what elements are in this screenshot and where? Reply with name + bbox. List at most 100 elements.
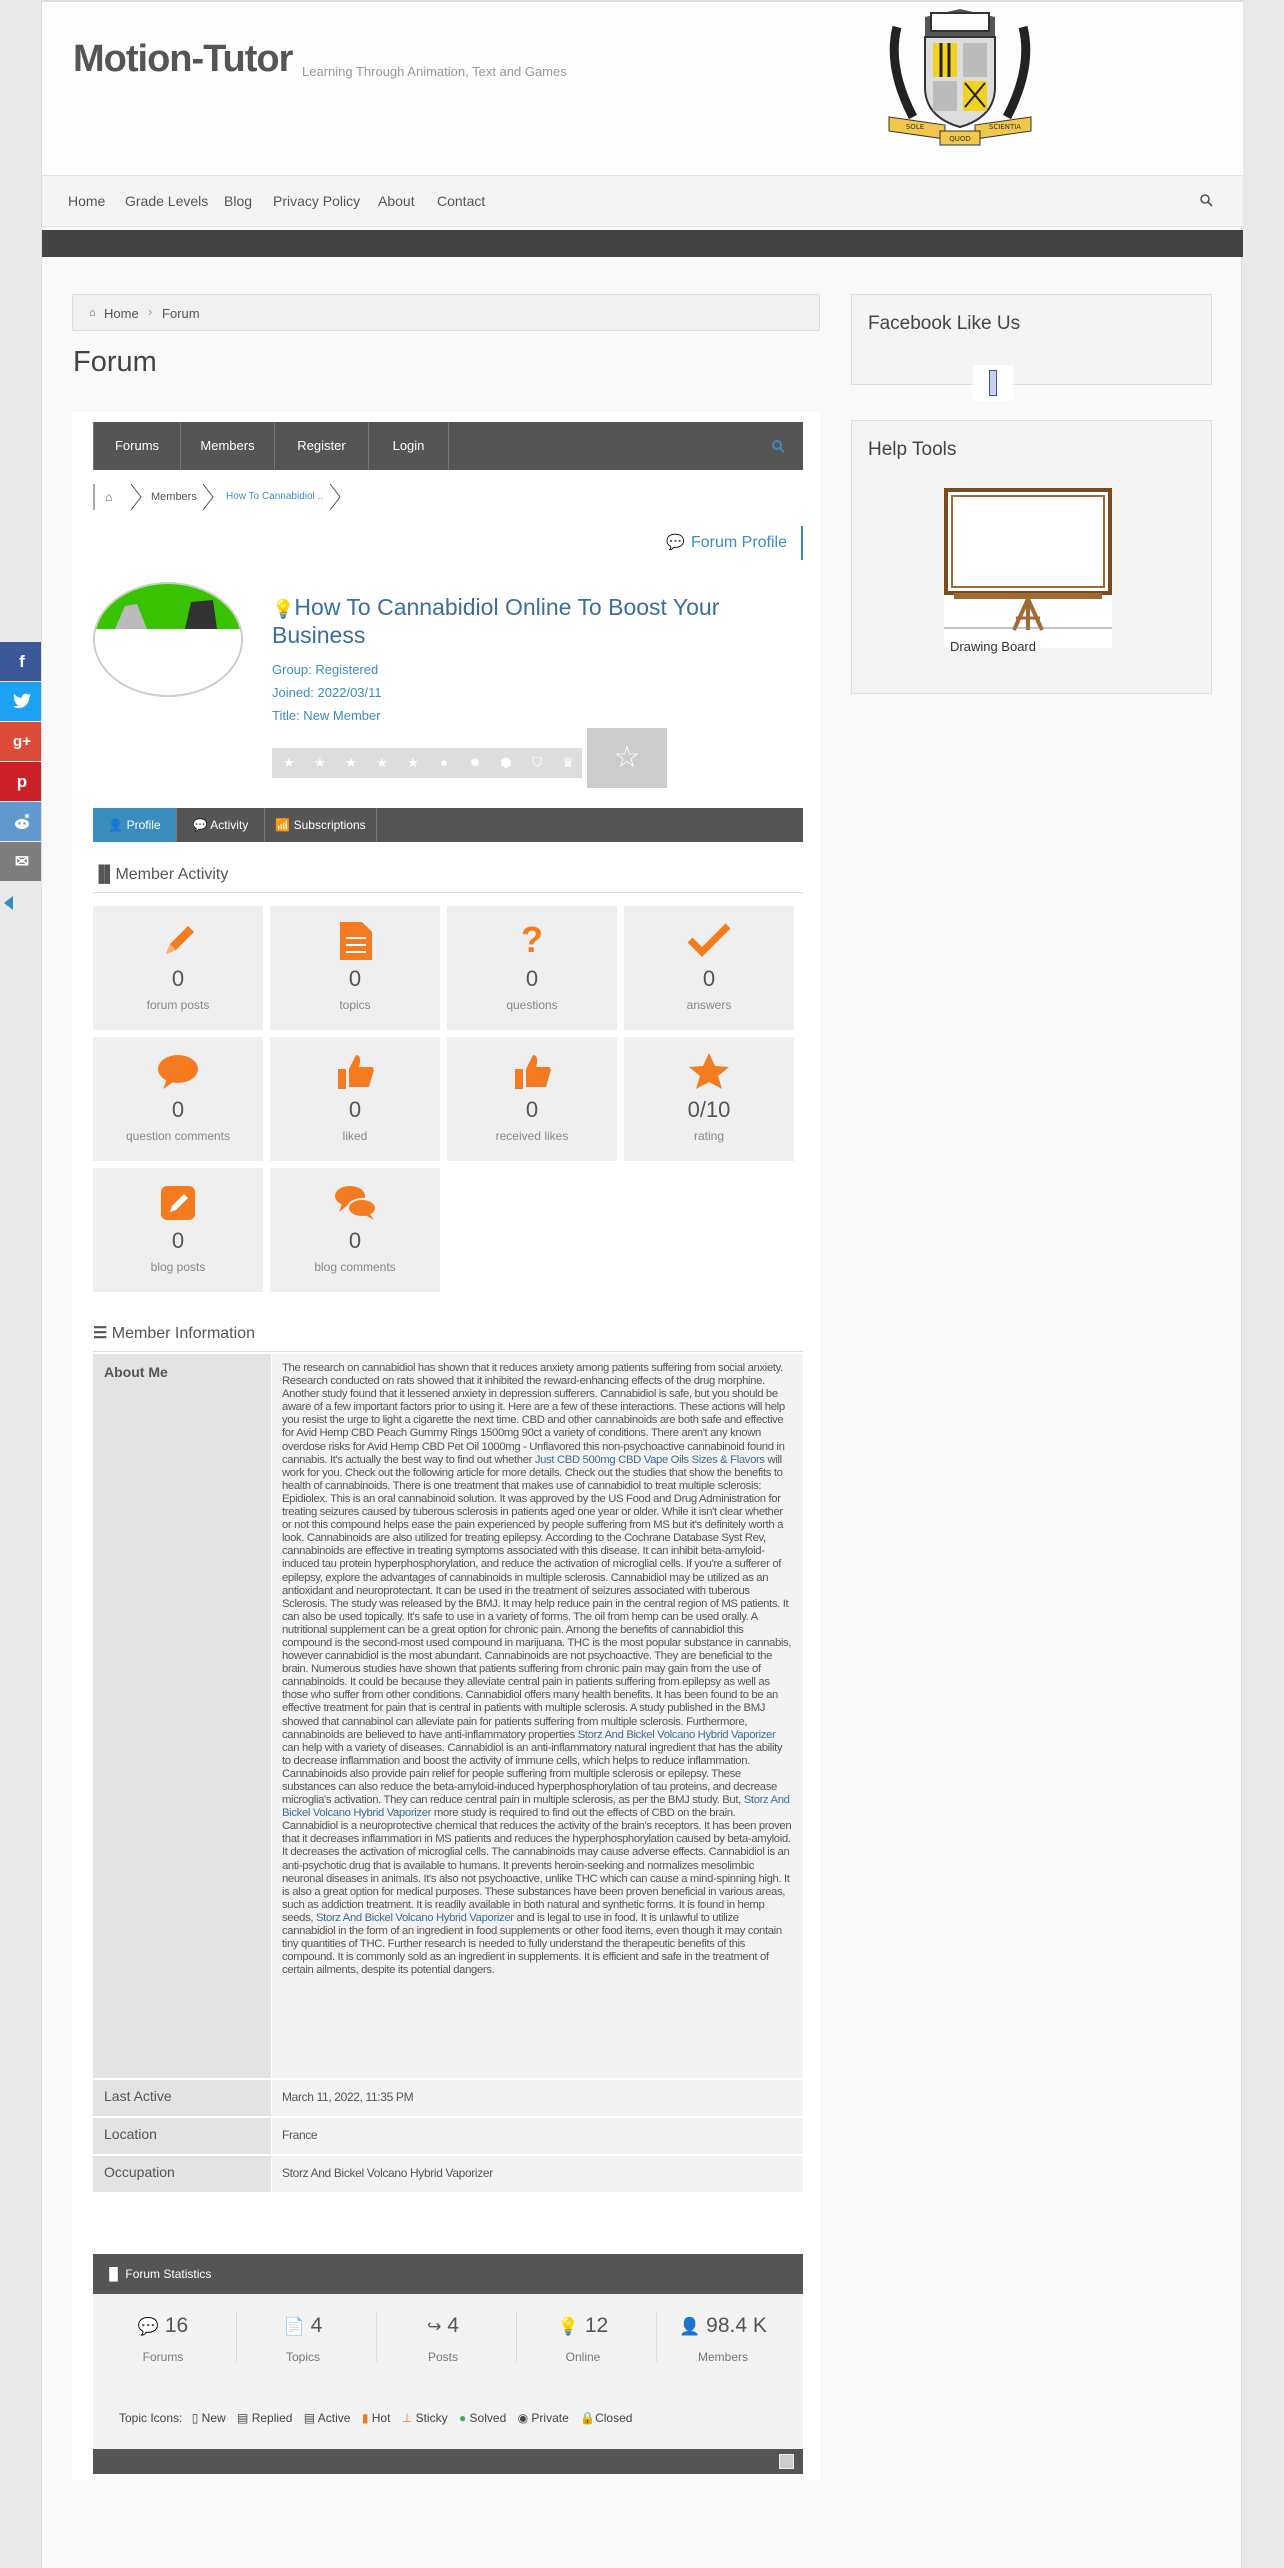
nav-contact[interactable]: Contact [437, 193, 485, 209]
stat-value: 0 [348, 966, 362, 991]
new-icon: ▯ [191, 2411, 199, 2425]
forum-stat-posts: ↪ 4 Posts [383, 2314, 503, 2364]
stat-value: 0 [525, 1097, 539, 1122]
profile-group[interactable]: Group: Registered [272, 662, 378, 677]
nav-grade-levels[interactable]: Grade Levels [125, 193, 208, 209]
stat-label: received likes [495, 1129, 569, 1143]
member-information-title: Member Information [111, 1325, 255, 1342]
reddit-share-icon[interactable] [0, 802, 44, 841]
comments-icon: 💬 [137, 2317, 159, 2336]
about-link[interactable]: Storz And Bickel Volcano Hybrid Vaporize… [316, 1912, 514, 1924]
tab-activity[interactable]: 💬 Activity [177, 808, 265, 842]
pinterest-share-icon[interactable]: p [0, 762, 44, 801]
forum-search-icon[interactable] [771, 439, 785, 453]
crumb-current: How To Cannabidiol ... [226, 491, 324, 502]
stat-value: 0 [171, 1228, 185, 1253]
forum-profile-label: Forum Profile [690, 534, 787, 551]
drawing-board-link[interactable] [944, 488, 1112, 648]
forum-stat-value: 12 [584, 2314, 609, 2337]
document-icon: 📄 [283, 2317, 305, 2336]
forum-profile-link[interactable]: 💬 Forum Profile [666, 526, 803, 560]
crumb-members[interactable]: Members [151, 491, 197, 503]
profile-title: 💡How To Cannabidiol Online To Boost Your… [272, 594, 772, 648]
nav-privacy-policy[interactable]: Privacy Policy [273, 193, 360, 209]
stat-blog-comments: 0 blog comments [270, 1168, 440, 1292]
stat-rating: 0/10 rating [624, 1037, 794, 1161]
profile-title-line: Title: New Member [272, 708, 381, 723]
info-row-last-active: Last Active March 11, 2022, 11:35 PM [93, 2080, 803, 2116]
rating-trophy-icon: ♛ [562, 755, 574, 770]
stat-value: 0/10 [687, 1097, 731, 1122]
forum-content: Forums Members Register Login ⌂ Members … [72, 412, 820, 2480]
member-information-heading: ☰ Member Information [93, 1323, 803, 1352]
nav-home[interactable]: Home [68, 193, 105, 209]
forum-stat-forums: 💬 16 Forums [103, 2314, 223, 2364]
crest-word-scientia: SCIENTIA [989, 123, 1021, 131]
facebook-share-icon[interactable]: f [0, 642, 44, 681]
forum-menu-members[interactable]: Members [181, 422, 275, 470]
last-active-label: Last Active [93, 2080, 271, 2116]
facebook-like-box[interactable] [973, 365, 1013, 401]
list-icon: ☰ [93, 1325, 108, 1342]
stat-value: 0 [348, 1228, 362, 1253]
rating-star-big-icon: ☆ [587, 728, 667, 788]
lock-icon: 🔒 [580, 2411, 596, 2425]
school-crest-logo[interactable]: SOLE SCIENTIA QUOD [885, 7, 1035, 147]
forum-stat-members: 👤 98.4 K Members [663, 2314, 783, 2364]
rating-shield-icon: ⛉ [532, 755, 542, 770]
forum-stat-value: 16 [164, 2314, 189, 2337]
facebook-widget: Facebook Like Us [851, 294, 1212, 401]
stat-value: 0 [525, 966, 539, 991]
collapse-share-icon[interactable] [4, 896, 13, 910]
replied-icon: ▤ [237, 2411, 249, 2425]
forum-stat-online: 💡 12 Online [523, 2314, 643, 2364]
rating-star-icon: ★ [283, 755, 295, 770]
info-row-occupation: Occupation Storz And Bickel Volcano Hybr… [93, 2156, 803, 2192]
google-plus-share-icon[interactable]: g+ [0, 722, 44, 761]
nav-about[interactable]: About [378, 193, 415, 209]
topic-icon-label: Private [531, 2411, 569, 2425]
info-row-location: Location France [93, 2118, 803, 2154]
feed-icon[interactable] [779, 2454, 794, 2469]
stat-liked: 0 liked [270, 1037, 440, 1161]
nav-blog[interactable]: Blog [224, 193, 252, 209]
forum-menu-register[interactable]: Register [275, 422, 369, 470]
help-tools-widget: Help Tools Drawing Board [851, 420, 1212, 694]
site-tagline: Learning Through Animation, Text and Gam… [302, 64, 567, 79]
email-share-icon[interactable]: ✉ [0, 842, 44, 881]
forum-menu-login[interactable]: Login [369, 422, 449, 470]
site-title[interactable]: Motion-Tutor [73, 38, 293, 81]
stat-label: answers [686, 998, 732, 1012]
tab-profile[interactable]: 👤 Profile [93, 808, 177, 842]
forum-home-icon[interactable]: ⌂ [105, 490, 112, 504]
breadcrumb-home[interactable]: Home [104, 306, 139, 321]
search-icon[interactable] [1199, 193, 1213, 207]
forum-statistics-heading: ▐▌ Forum Statistics [93, 2254, 803, 2294]
twitter-share-icon[interactable] [0, 682, 44, 721]
about-label: About Me [93, 1354, 271, 2078]
header-divider-bar [42, 230, 1243, 257]
about-text-part: more study is required to find out the e… [282, 1807, 792, 1924]
drawing-board-label[interactable]: Drawing Board [950, 639, 1036, 654]
rating-stars: ★ ★ ★ ★ ★ ● ✹ ⬢ ⛉ ♛ [272, 748, 582, 778]
pencil-icon [166, 926, 194, 954]
rating-star-icon: ★ [376, 755, 388, 770]
topic-icons-legend: Topic Icons: ▯ New ▤ Replied ▤ Active ▮ … [119, 2411, 632, 2425]
solved-icon: ● [458, 2411, 467, 2425]
received-like-icon [515, 1055, 551, 1089]
tab-profile-label: Profile [126, 818, 161, 832]
forum-menu-forums[interactable]: Forums [93, 422, 181, 470]
topic-icon-label: Solved [469, 2411, 507, 2425]
rating-star-icon: ★ [345, 755, 357, 770]
hot-icon: ▮ [361, 2411, 369, 2425]
forum-stat-label: Online [565, 2350, 601, 2364]
tab-subscriptions[interactable]: 📶 Subscriptions [265, 808, 377, 842]
about-link[interactable]: Just CBD 500mg CBD Vape Oils Sizes & Fla… [535, 1454, 765, 1466]
about-link[interactable]: Storz And Bickel Volcano Hybrid Vaporize… [578, 1729, 776, 1741]
stat-label: topics [339, 998, 371, 1012]
stat-value: 0 [702, 966, 716, 991]
about-text-part: will work for you. Check out the followi… [282, 1453, 792, 1741]
forum-stat-topics: 📄 4 Topics [243, 2314, 363, 2364]
comment-icon [158, 1055, 198, 1089]
topic-icon-label: Sticky [415, 2411, 448, 2425]
